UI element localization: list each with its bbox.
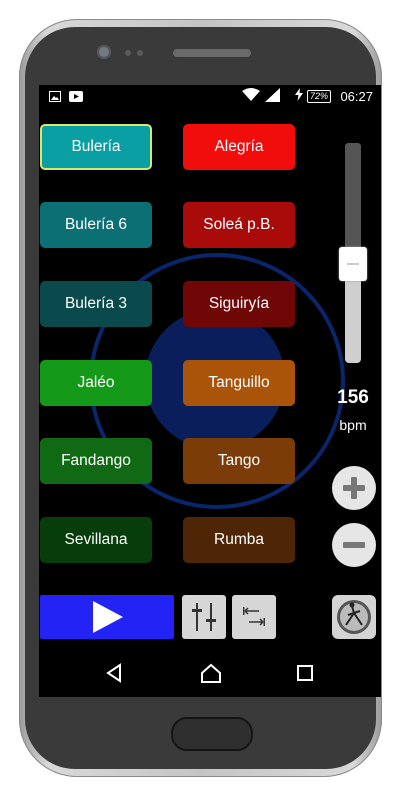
- palo-button-buleria-3[interactable]: Bulería 3: [40, 281, 152, 327]
- palo-label: Rumba: [214, 531, 264, 548]
- mixer-button[interactable]: [182, 595, 226, 639]
- wifi-icon: [242, 88, 260, 105]
- home-icon[interactable]: [200, 663, 222, 688]
- palo-button-buleria-6[interactable]: Bulería 6: [40, 202, 152, 248]
- palo-button-rumba[interactable]: Rumba: [183, 517, 295, 563]
- tempo-decrease-button[interactable]: [332, 523, 376, 567]
- camera-icon: [97, 45, 111, 59]
- palo-button-siguiryia[interactable]: Siguiryía: [183, 281, 295, 327]
- play-button[interactable]: [40, 595, 174, 639]
- image-icon: [49, 90, 61, 105]
- palo-button-buleria[interactable]: Bulería: [40, 124, 152, 170]
- earpiece-speaker: [173, 49, 251, 57]
- palo-label: Soleá p.B.: [203, 216, 275, 233]
- app-logo-button[interactable]: [332, 595, 376, 639]
- video-icon: [69, 90, 83, 105]
- tempo-unit: bpm: [339, 417, 367, 433]
- sensor-dot: [125, 50, 131, 56]
- palo-button-sevillana[interactable]: Sevillana: [40, 517, 152, 563]
- back-icon[interactable]: [105, 663, 123, 688]
- palo-label: Jaléo: [77, 374, 115, 391]
- palo-label: Bulería: [71, 138, 121, 155]
- palo-button-tanguillo[interactable]: Tanguillo: [183, 360, 295, 406]
- palo-label: Bulería 3: [64, 295, 128, 312]
- status-time: 06:27: [340, 89, 373, 104]
- palo-label: Siguiryía: [208, 295, 270, 312]
- play-icon: [93, 601, 123, 633]
- palo-button-solea-pb[interactable]: Soleá p.B.: [183, 202, 295, 248]
- tempo-slider-thumb[interactable]: [339, 247, 367, 281]
- palo-label: Alegría: [214, 138, 264, 155]
- palo-label: Sevillana: [64, 531, 128, 548]
- dancer-logo-icon: [337, 600, 371, 634]
- palo-button-alegria[interactable]: Alegría: [183, 124, 295, 170]
- battery-indicator: 72%: [307, 90, 332, 103]
- tempo-slider-remaining: [345, 143, 361, 264]
- shift-button[interactable]: [232, 595, 276, 639]
- palo-label: Fandango: [61, 452, 131, 469]
- hardware-home-button[interactable]: [171, 717, 253, 751]
- navigation-bar: [39, 649, 381, 697]
- signal-icon: [265, 88, 281, 105]
- palo-button-fandango[interactable]: Fandango: [40, 438, 152, 484]
- tempo-increase-button[interactable]: [332, 466, 376, 510]
- shift-icon: [243, 607, 265, 626]
- screen: 72% 06:27 Bulería Bulería 6 Bulería 3 Ja…: [39, 85, 381, 697]
- charging-icon: [295, 88, 303, 104]
- recents-icon[interactable]: [297, 665, 313, 686]
- palo-label: Tanguillo: [208, 374, 270, 391]
- palo-button-tango[interactable]: Tango: [183, 438, 295, 484]
- palo-label: Bulería 6: [64, 216, 128, 233]
- palo-button-jaleo[interactable]: Jaléo: [40, 360, 152, 406]
- status-bar: 72% 06:27: [39, 85, 381, 107]
- tempo-value: 156: [337, 387, 369, 408]
- mixer-icon: [192, 603, 216, 631]
- sensor-dot: [137, 50, 143, 56]
- palo-label: Tango: [217, 452, 261, 469]
